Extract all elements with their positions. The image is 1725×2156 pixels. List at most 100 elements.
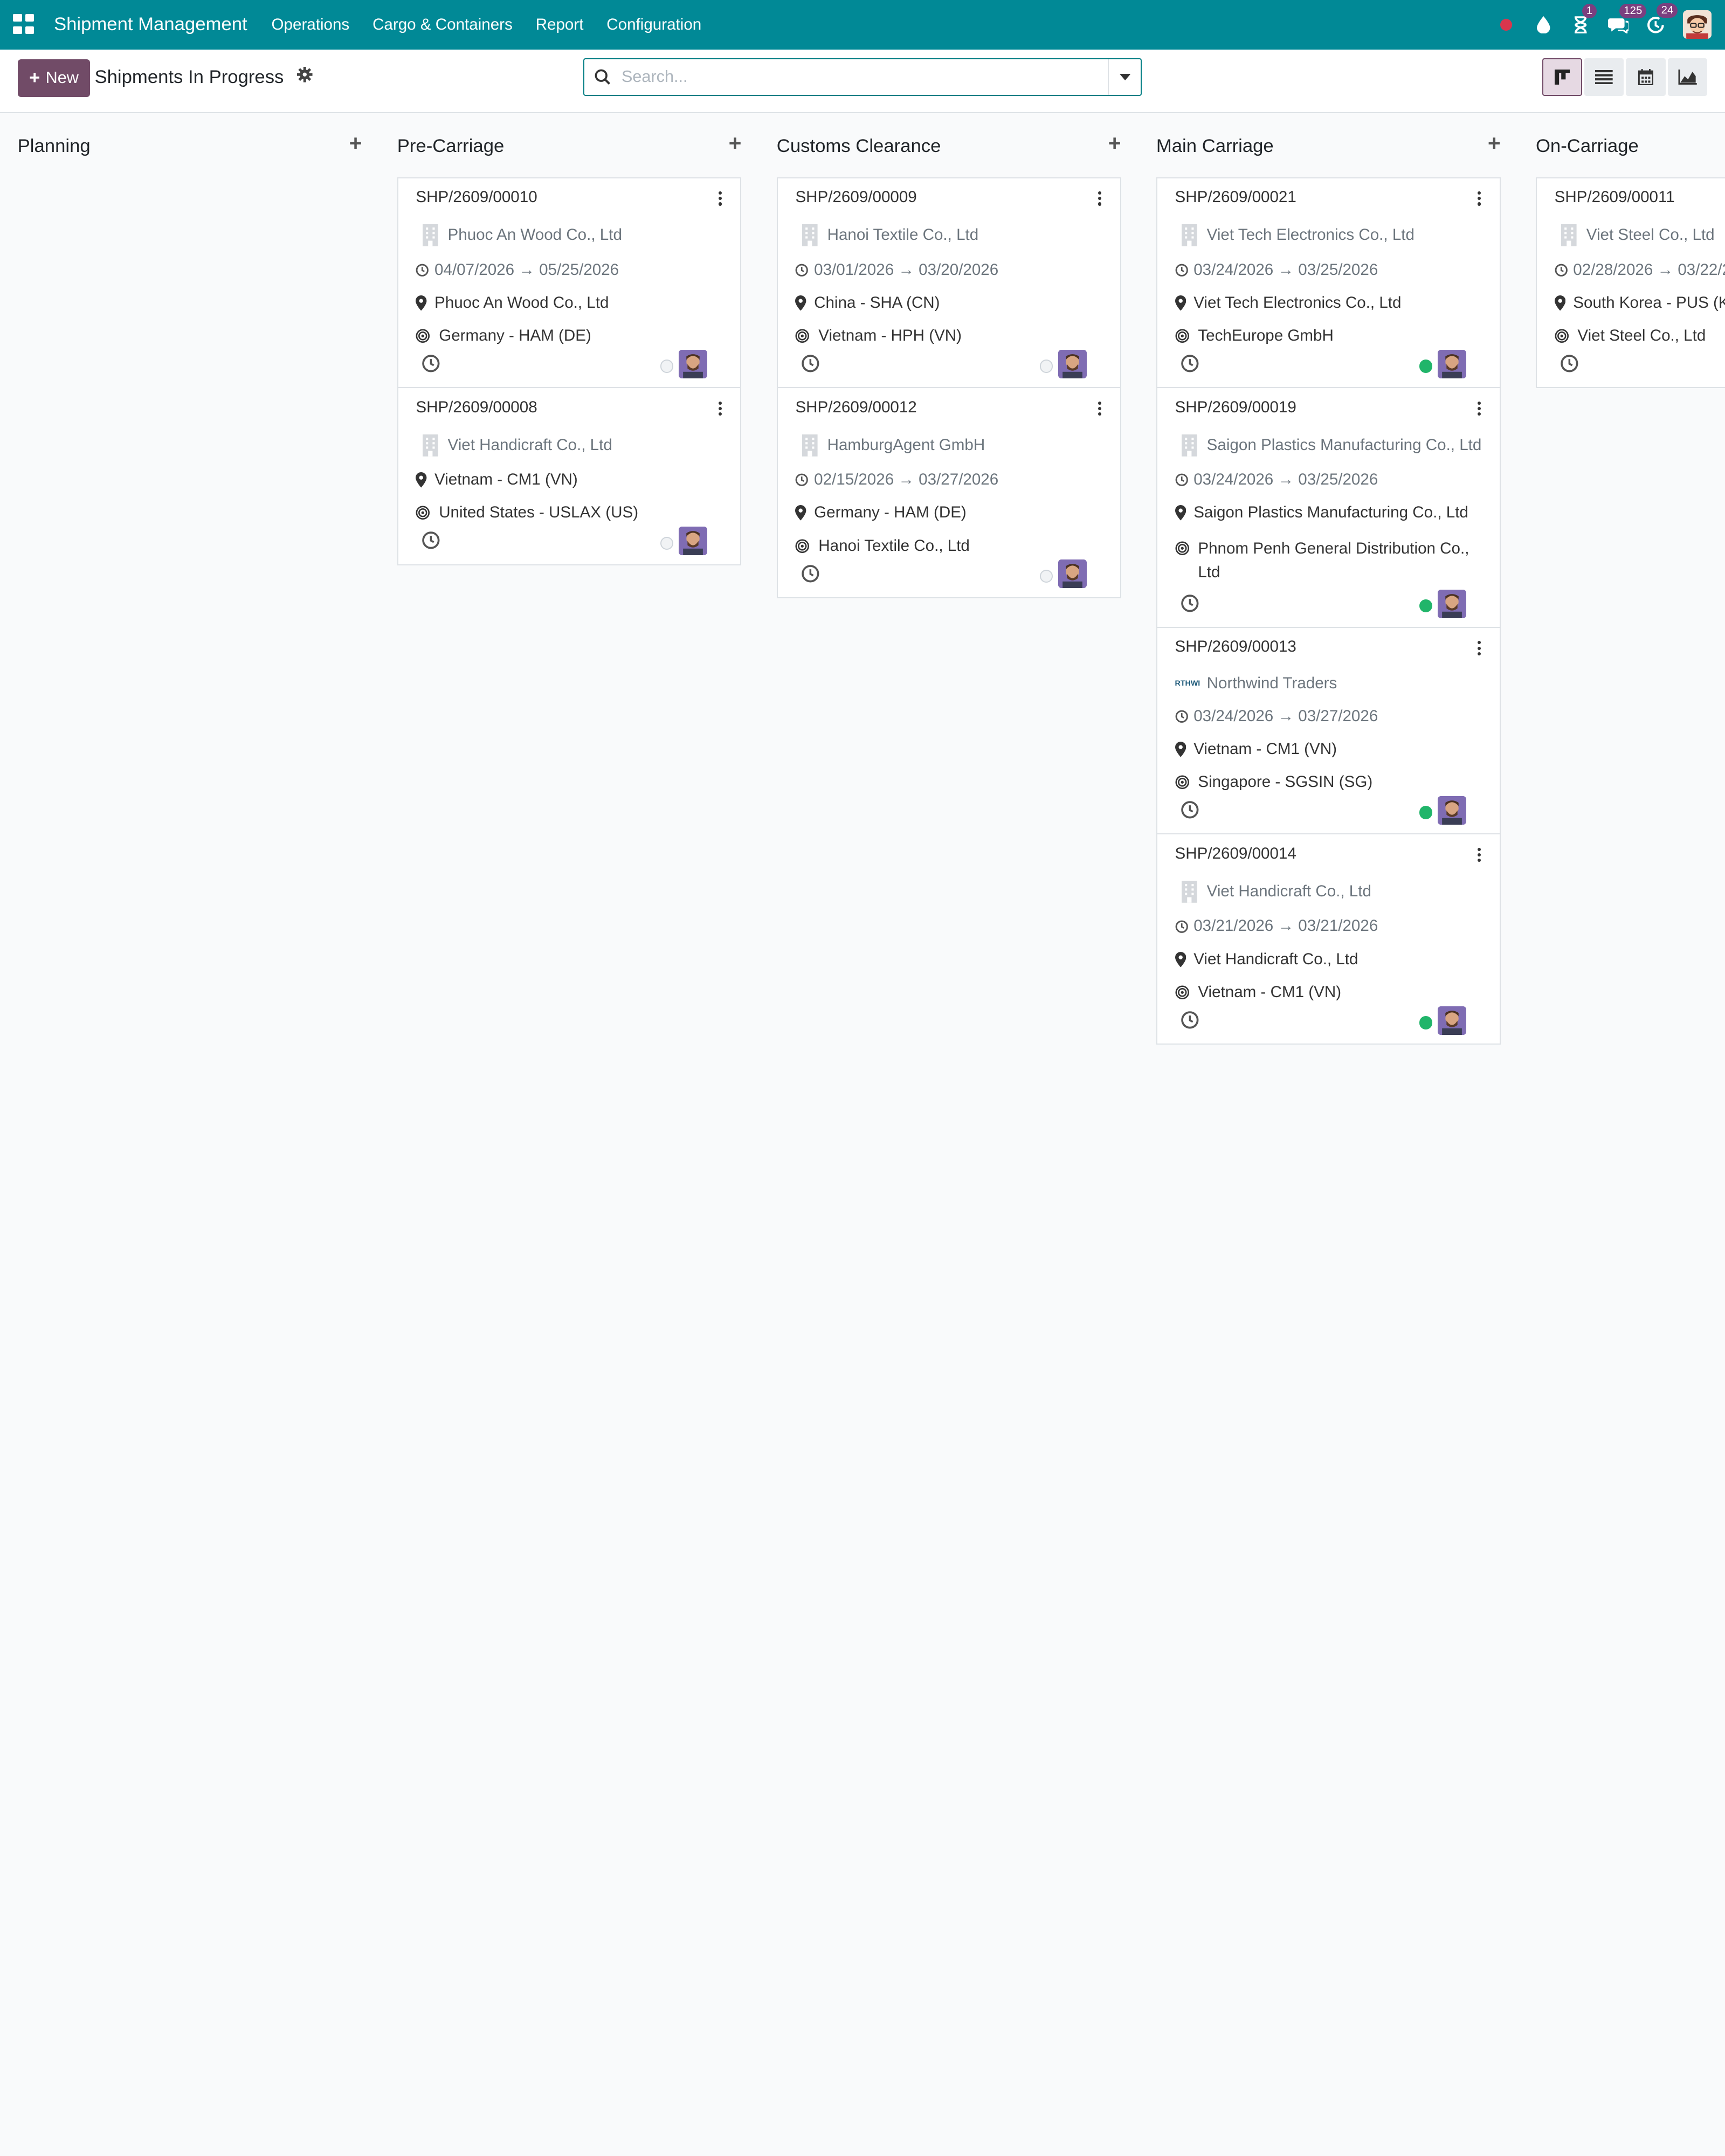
card-menu-icon[interactable] (1477, 847, 1482, 865)
shipment-card[interactable]: SHP/2609/00009 Hanoi Textile Co., Ltd 03/0… (776, 177, 1121, 389)
status-dot[interactable] (1419, 806, 1433, 819)
activity-badge: 1 (1582, 4, 1597, 18)
activity-clock-icon[interactable] (1181, 594, 1199, 617)
shipment-card[interactable]: SHP/2609/00014 Viet Handicraft Co., Ltd 03… (1156, 833, 1501, 1045)
assignee-avatar[interactable] (1438, 349, 1467, 378)
partner-name: Viet Handicraft Co., Ltd (447, 436, 612, 454)
messages-button[interactable]: 125 (1599, 4, 1647, 34)
assignee-avatar[interactable] (1438, 796, 1467, 825)
map-pin-icon (416, 472, 427, 488)
graph-view-button[interactable] (1667, 58, 1708, 96)
kanban-column: Pre-Carriage + SHP/2609/00010 Phuoc An Wood… (397, 113, 742, 565)
destination-location: Vietnam - CM1 (VN) (1198, 983, 1342, 1001)
shipment-card[interactable]: SHP/2609/00011 Viet Steel Co., Ltd 02/28/2… (1535, 177, 1725, 389)
target-icon (1555, 329, 1569, 343)
quick-create-plus-icon[interactable]: + (729, 130, 742, 156)
date-range-row: 02/15/2026 → 03/27/2026 (795, 471, 1103, 489)
assignee-avatar[interactable] (679, 527, 708, 556)
status-dot[interactable] (660, 536, 673, 550)
map-pin-icon (795, 295, 806, 311)
column-title: Main Carriage (1156, 135, 1274, 156)
user-avatar[interactable] (1683, 10, 1712, 39)
quick-create-plus-icon[interactable]: + (349, 130, 362, 156)
status-dot[interactable] (660, 360, 673, 373)
shipment-card[interactable]: SHP/2609/00012 HamburgAgent GmbH 02/15/202… (776, 387, 1121, 598)
activity-clock-icon[interactable] (801, 564, 820, 588)
activity-clock-icon[interactable] (422, 531, 440, 554)
assignee-avatar[interactable] (1438, 1006, 1467, 1035)
assignee-avatar[interactable] (1438, 589, 1467, 618)
card-menu-icon[interactable] (718, 191, 723, 208)
status-dot[interactable] (1419, 1016, 1433, 1029)
recording-indicator[interactable] (1487, 18, 1524, 31)
date-range-row: 03/24/2026 → 03/25/2026 (1175, 261, 1484, 280)
card-menu-icon[interactable] (1098, 191, 1102, 208)
kanban-view-button[interactable] (1542, 58, 1582, 96)
card-menu-icon[interactable] (718, 401, 723, 418)
shipment-card[interactable]: SHP/2609/00008 Viet Handicraft Co., Ltd Vi… (397, 387, 742, 565)
menu-configuration[interactable]: Configuration (606, 16, 701, 34)
menu-report[interactable]: Report (536, 16, 584, 34)
calendar-view-button[interactable] (1626, 58, 1666, 96)
apps-grid-icon[interactable] (13, 13, 35, 36)
target-icon (1175, 985, 1190, 1000)
chat-icon (1607, 18, 1629, 34)
clock-icon (1175, 920, 1188, 933)
company-logo-icon: RTHWI (1175, 679, 1200, 688)
activity-button[interactable]: 1 (1562, 4, 1599, 34)
clock-icon (1175, 473, 1188, 487)
destination-location: United States - USLAX (US) (439, 503, 639, 522)
origin-location: Vietnam - CM1 (VN) (1193, 740, 1337, 758)
origin-location: Vietnam - CM1 (VN) (434, 471, 578, 489)
activity-clock-icon[interactable] (1181, 354, 1199, 377)
date-range: 02/15/2026 → 03/27/2026 (814, 471, 999, 489)
card-footer (1175, 585, 1484, 627)
assignee-avatar[interactable] (1058, 559, 1087, 589)
status-dot[interactable] (1039, 569, 1053, 583)
droplet-icon[interactable] (1525, 16, 1562, 34)
card-menu-icon[interactable] (1477, 641, 1482, 658)
menu-cargo-containers[interactable]: Cargo & Containers (372, 16, 513, 34)
destination-row: Vietnam - CM1 (VN) (1175, 983, 1484, 1002)
status-dot[interactable] (1039, 360, 1053, 373)
menu-operations[interactable]: Operations (272, 16, 350, 34)
card-menu-icon[interactable] (1098, 401, 1102, 418)
activity-clock-icon[interactable] (422, 354, 440, 377)
card-footer (1175, 345, 1484, 388)
target-icon (795, 329, 810, 343)
updates-button[interactable]: 24 (1637, 3, 1678, 34)
activity-clock-icon[interactable] (1560, 354, 1579, 377)
quick-create-plus-icon[interactable]: + (1488, 130, 1501, 156)
new-button[interactable]: + New (17, 59, 91, 97)
card-menu-icon[interactable] (1477, 191, 1482, 208)
date-range-row: 04/07/2026 → 05/25/2026 (416, 261, 724, 280)
activity-clock-icon[interactable] (1181, 1011, 1199, 1034)
shipment-card[interactable]: SHP/2609/00010 Phuoc An Wood Co., Ltd 04/0… (397, 177, 742, 389)
search-input[interactable] (621, 67, 1108, 87)
list-view-button[interactable] (1584, 58, 1624, 96)
clock-icon (1175, 710, 1188, 723)
activity-clock-icon[interactable] (1181, 800, 1199, 824)
gear-icon[interactable] (297, 67, 313, 87)
shipment-card[interactable]: SHP/2609/00013 RTHWI Northwind Traders 03/2… (1156, 626, 1501, 835)
partner-row: RTHWI Northwind Traders (1175, 674, 1484, 693)
shipment-card[interactable]: SHP/2609/00021 Viet Tech Electronics Co.,… (1156, 177, 1501, 389)
target-icon (1175, 775, 1190, 790)
column-header: On-Carriage (1536, 113, 1725, 177)
destination-location: Germany - HAM (DE) (439, 326, 591, 344)
quick-create-plus-icon[interactable]: + (1108, 130, 1121, 156)
destination-row: Singapore - SGSIN (SG) (1175, 773, 1484, 792)
card-menu-icon[interactable] (1477, 401, 1482, 418)
status-dot[interactable] (1419, 599, 1433, 613)
shipment-card[interactable]: SHP/2609/00019 Saigon Plastics Manufactur… (1156, 387, 1501, 628)
search-options-toggle[interactable] (1108, 59, 1141, 95)
date-range: 02/28/2026 → 03/22/2026 (1573, 260, 1725, 279)
assignee-avatar[interactable] (679, 349, 708, 378)
assignee-avatar[interactable] (1058, 349, 1087, 378)
column-title: Customs Clearance (776, 135, 941, 156)
status-dot[interactable] (1419, 360, 1433, 373)
activity-clock-icon[interactable] (801, 354, 820, 377)
kanban-column: Customs Clearance + SHP/2609/00009 Hanoi Te… (776, 113, 1121, 598)
app-brand[interactable]: Shipment Management (54, 14, 247, 35)
destination-row: TechEurope GmbH (1175, 327, 1484, 345)
